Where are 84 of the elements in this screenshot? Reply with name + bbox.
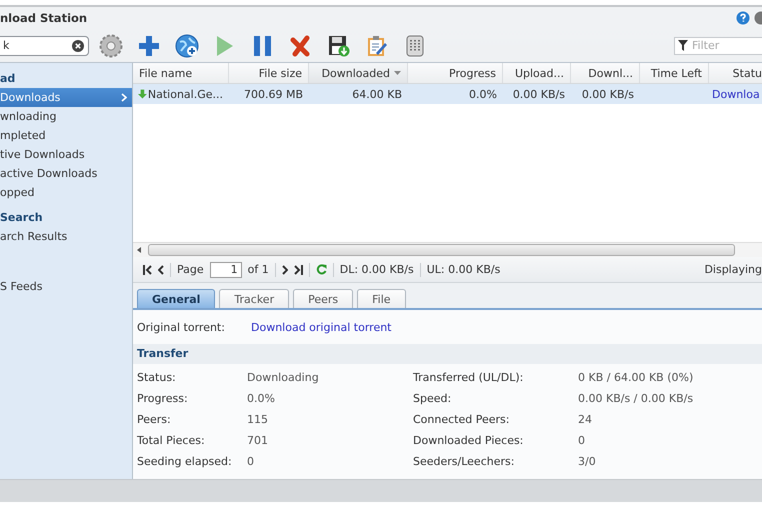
download-torrent-link[interactable]: Download original torrent	[251, 320, 392, 334]
field-value: 0 KB / 64.00 KB (0%)	[578, 371, 694, 384]
table-cell: 64.00 KB	[352, 88, 402, 100]
column-header[interactable]: Downloaded	[309, 63, 408, 83]
column-header[interactable]: Upload...	[503, 63, 571, 83]
next-page-icon[interactable]	[282, 264, 288, 274]
pause-icon	[253, 34, 273, 56]
page-number-field[interactable]: 1	[210, 262, 242, 278]
field-value: 701	[247, 434, 269, 447]
chevron-icon	[121, 93, 127, 102]
field-value: 3/0	[578, 455, 596, 468]
last-page-icon[interactable]	[294, 264, 303, 274]
trash-can-icon	[406, 34, 424, 56]
field-label: Connected Peers:	[413, 413, 510, 426]
download-arrow-icon	[138, 89, 147, 99]
field-label: Seeding elapsed:	[137, 455, 233, 468]
field-value: 0.00 KB/s / 0.00 KB/s	[578, 392, 694, 405]
field-label: Transferred (UL/DL):	[413, 371, 524, 384]
column-header[interactable]: Downl...	[571, 63, 640, 83]
column-header[interactable]: Progress	[408, 63, 503, 83]
previous-page-icon[interactable]	[158, 264, 164, 274]
horizontal-scrollbar[interactable]	[133, 242, 762, 257]
sidebar-item[interactable]: wnloading	[0, 107, 132, 126]
sort-arrow-icon	[394, 71, 401, 75]
section-header: Transfer	[133, 344, 762, 364]
sidebar-item[interactable]: Downloads	[0, 88, 132, 107]
sidebar-item[interactable]: S Feeds	[0, 277, 132, 296]
field-label: Status:	[137, 371, 177, 384]
field-value: 0	[578, 434, 585, 447]
table-cell: Downloa	[712, 88, 760, 100]
column-header[interactable]: File name	[133, 63, 229, 83]
table-cell: 0.00 KB/s	[582, 88, 634, 100]
table-cell: 700.69 MB	[244, 88, 303, 100]
field-value: Downloading	[247, 371, 320, 384]
left-arrow-icon[interactable]	[137, 247, 141, 253]
tab[interactable]: General	[137, 289, 216, 308]
field-label: Peers:	[137, 413, 172, 426]
sidebar-item[interactable]: tive Downloads	[0, 145, 132, 164]
clear-icon[interactable]	[72, 40, 84, 52]
sidebar-item[interactable]: mpleted	[0, 126, 132, 145]
plus-icon	[138, 34, 160, 56]
upload-speed: UL: 0.00 KB/s	[426, 263, 500, 276]
field-label: Downloaded Pieces:	[413, 434, 524, 447]
play-icon	[216, 34, 234, 56]
table-row[interactable]: National.Ge... 700.69 MB 64.00 KB 0.0% 0.00 KB/s 0.00 KB/s Downloa	[133, 84, 762, 104]
field-label: Seeders/Leechers:	[413, 455, 516, 468]
delete-icon	[290, 34, 312, 56]
search-field[interactable]: k	[0, 36, 89, 56]
tab[interactable]: Tracker	[219, 289, 290, 308]
column-header[interactable]: Statu	[709, 63, 762, 83]
download-speed: DL: 0.00 KB/s	[340, 263, 414, 276]
field-label: Original torrent:	[137, 320, 226, 334]
first-page-icon[interactable]	[143, 264, 152, 274]
displaying-text: Displaying	[704, 263, 762, 276]
clipboard-edit-icon	[366, 34, 388, 56]
table-cell: 0.00 KB/s	[512, 88, 565, 100]
field-value: 115	[247, 413, 269, 426]
field-value: 0.0%	[247, 392, 276, 405]
page-count: of 1	[248, 263, 269, 276]
section-heading: ad	[0, 71, 16, 87]
table-cell: 0.0%	[469, 88, 497, 100]
floppy-download-icon	[328, 34, 350, 56]
globe-plus-icon	[175, 34, 199, 58]
funnel-icon	[678, 40, 688, 51]
field-label: Total Pieces:	[137, 434, 206, 447]
page-label: Page	[177, 263, 204, 276]
window-title: nload Station	[0, 11, 88, 25]
sidebar-item[interactable]: active Downloads	[0, 164, 132, 183]
sidebar-item[interactable]: opped	[0, 183, 132, 202]
scroll-thumb[interactable]	[148, 244, 735, 256]
round-icon[interactable]	[754, 11, 762, 25]
gear-icon	[99, 34, 123, 58]
table-cell: National.Ge...	[148, 88, 223, 100]
tab[interactable]: File	[357, 289, 406, 308]
field-value: 0	[247, 455, 255, 468]
column-header[interactable]: Time Left	[640, 63, 709, 83]
section-heading: Search	[0, 210, 44, 226]
tab[interactable]: Peers	[293, 289, 354, 308]
refresh-icon[interactable]	[316, 264, 327, 275]
sidebar-item[interactable]: arch Results	[0, 227, 132, 246]
help-icon[interactable]	[736, 11, 750, 25]
field-label: Progress:	[137, 392, 189, 405]
field-value: 24	[578, 413, 592, 426]
field-label: Speed:	[413, 392, 452, 405]
